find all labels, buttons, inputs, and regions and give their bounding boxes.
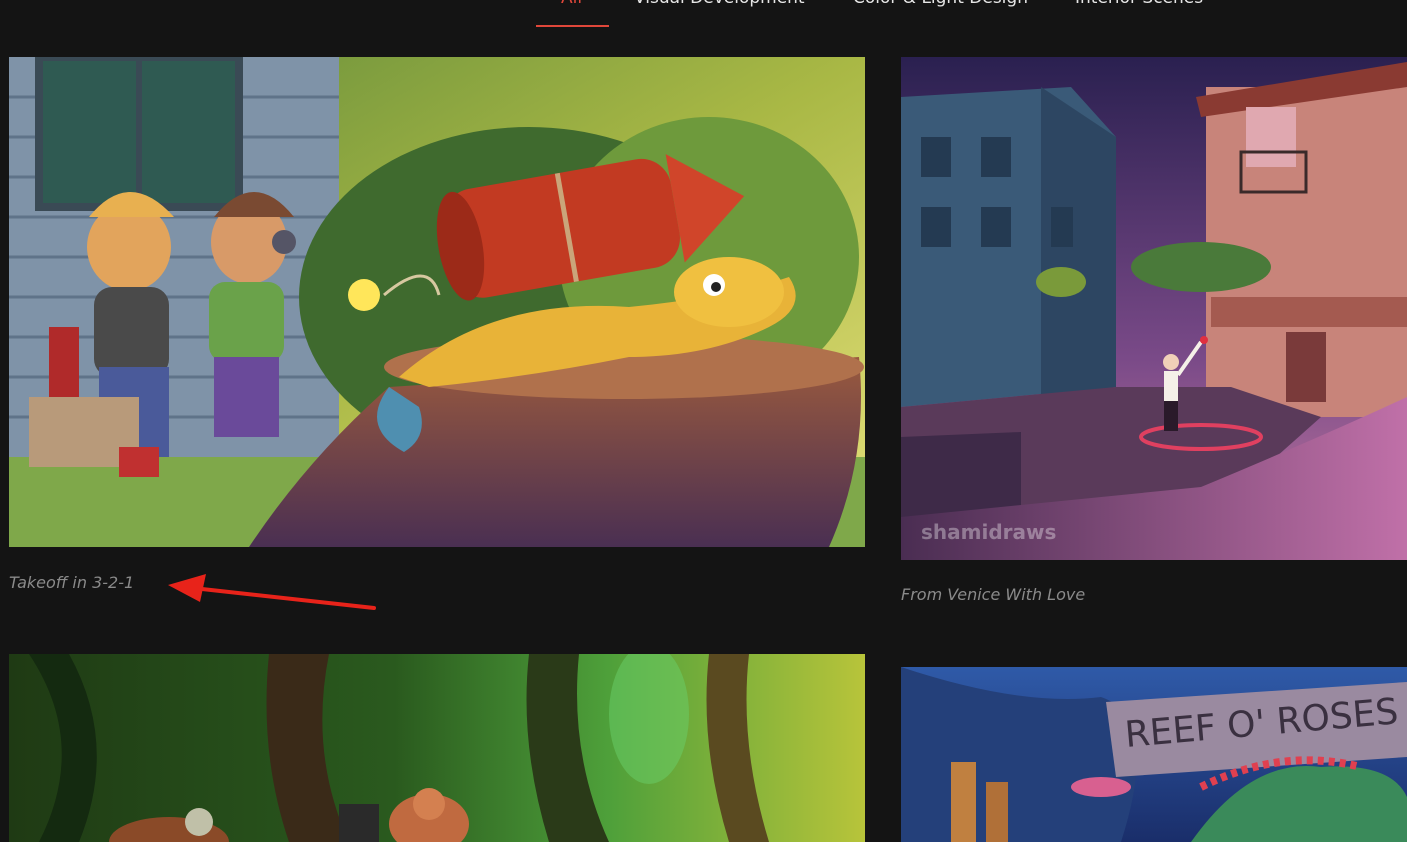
category-filter-nav: All Visual Development Color & Light Des… — [0, 0, 1407, 28]
artwork-image-reef: REEF O' ROSES — [901, 667, 1407, 842]
gallery-item-caption[interactable]: Takeoff in 3-2-1 — [9, 573, 134, 592]
tab-visual-development[interactable]: Visual Development — [634, 0, 805, 26]
active-tab-indicator — [536, 25, 609, 27]
artwork-image-jungle — [9, 654, 865, 842]
gallery-item-caption[interactable]: From Venice With Love — [901, 585, 1085, 604]
tab-color-light-design[interactable]: Color & Light Design — [853, 0, 1028, 26]
tab-interior-scenes[interactable]: Interior Scenes — [1075, 0, 1203, 26]
artwork-image-venice: shamidraws — [901, 57, 1407, 560]
gallery-item-reef[interactable]: REEF O' ROSES — [901, 667, 1407, 842]
red-arrow-annotation — [168, 574, 376, 610]
gallery-item-jungle[interactable] — [9, 654, 865, 842]
gallery-item-takeoff[interactable] — [9, 57, 865, 547]
artwork-image-takeoff — [9, 57, 865, 547]
gallery-item-venice[interactable]: shamidraws — [901, 57, 1407, 560]
tab-all[interactable]: All — [561, 0, 582, 26]
watermark-text: shamidraws — [921, 520, 1056, 544]
portfolio-page: All Visual Development Color & Light Des… — [0, 0, 1407, 842]
